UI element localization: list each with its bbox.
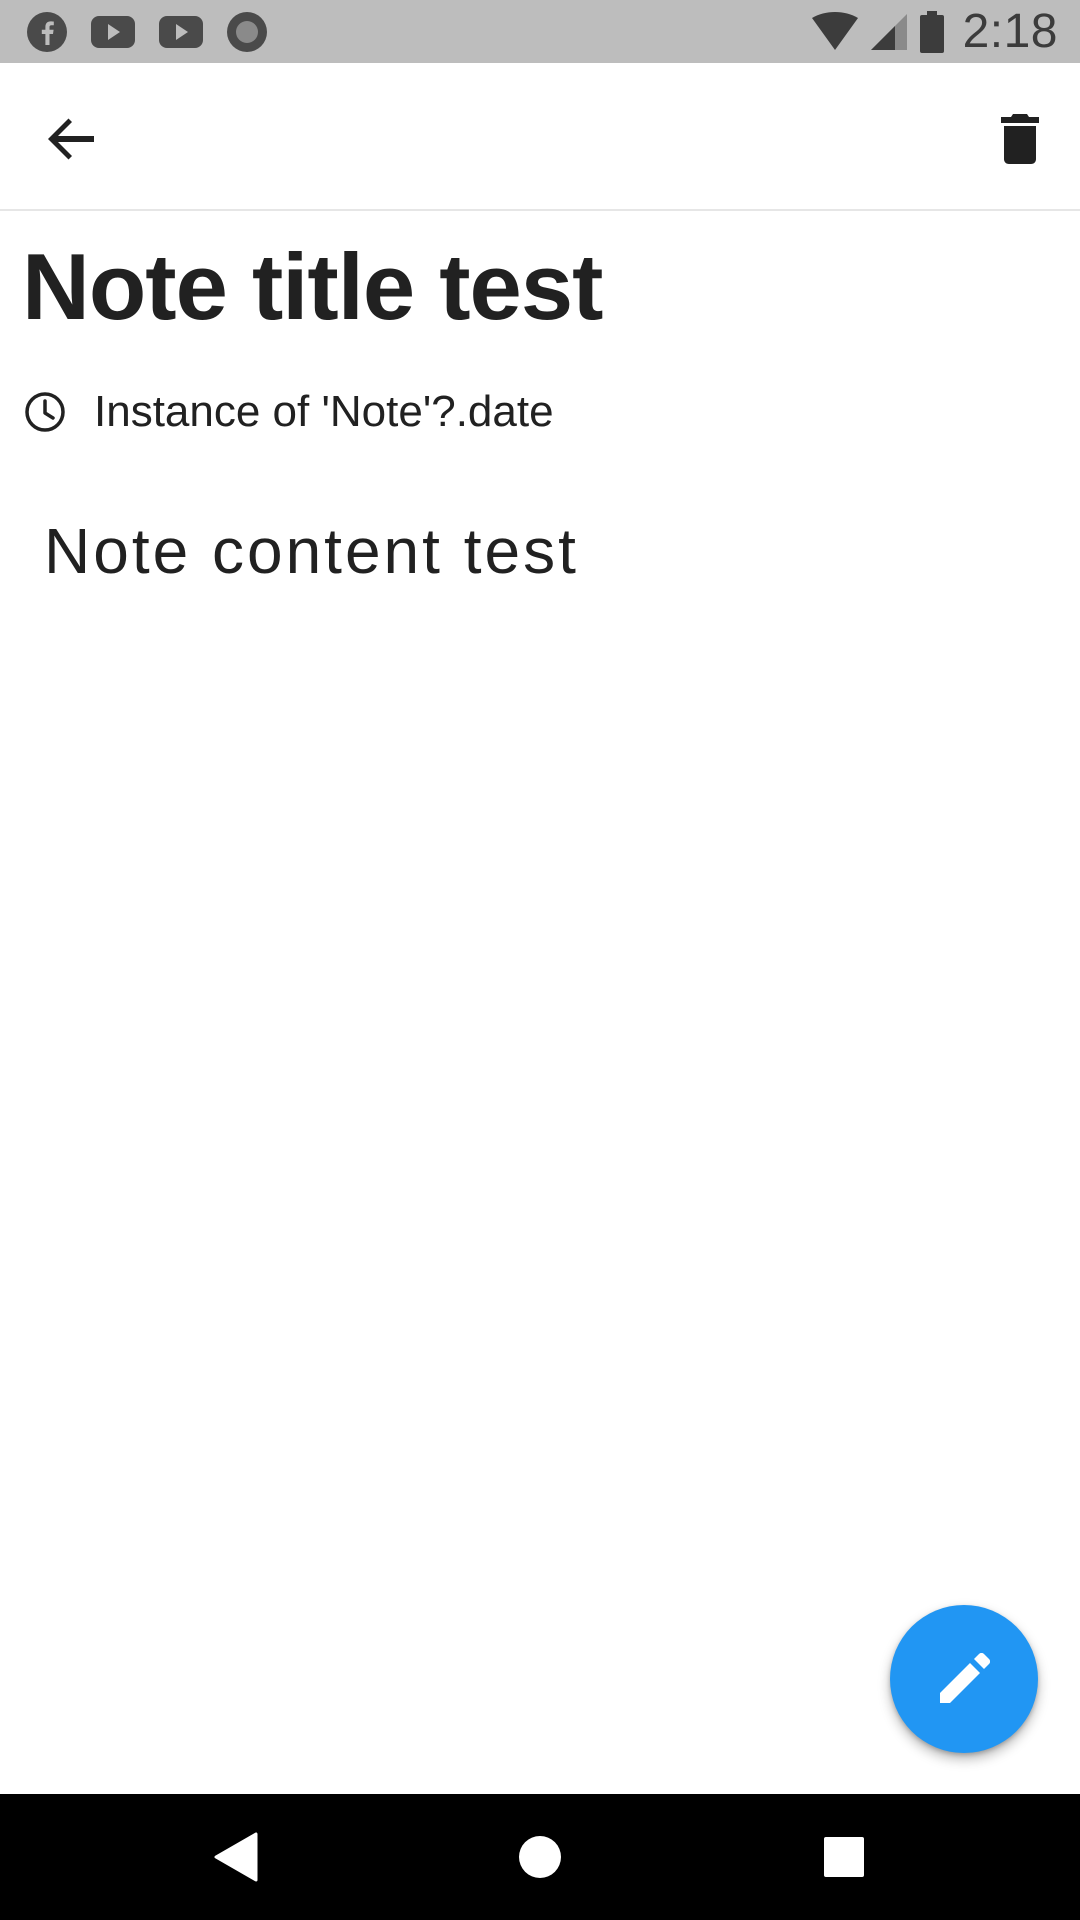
facebook-icon	[27, 11, 67, 52]
clock-icon	[25, 392, 65, 432]
youtube-icon	[159, 15, 203, 48]
note-content: Note content test	[44, 515, 579, 587]
nav-home-icon	[519, 1836, 561, 1878]
note-date-row: Instance of 'Note'?.date	[24, 384, 554, 440]
trash-icon	[1001, 114, 1039, 164]
record-icon	[227, 11, 267, 52]
pencil-icon	[940, 1653, 990, 1703]
note-date: Instance of 'Note'?.date	[94, 387, 554, 436]
nav-recents-icon	[824, 1837, 864, 1877]
edit-fab-button[interactable]	[890, 1605, 1038, 1753]
status-bar: 2:18	[0, 0, 1080, 63]
system-nav-bar	[0, 1794, 1080, 1920]
nav-home-button[interactable]	[500, 1817, 580, 1897]
note-title: Note title test	[22, 234, 603, 339]
status-left-icons	[26, 11, 268, 53]
wifi-icon	[811, 11, 858, 50]
battery-icon	[919, 10, 944, 53]
delete-button[interactable]	[978, 97, 1062, 181]
arrow-back-icon	[48, 118, 94, 160]
status-right-icons: 2:18	[811, 4, 1058, 59]
back-button[interactable]	[30, 97, 114, 181]
nav-back-icon	[214, 1832, 258, 1882]
status-time: 2:18	[962, 5, 1058, 58]
youtube-icon	[91, 15, 135, 48]
nav-recents-button[interactable]	[804, 1817, 884, 1897]
signal-icon	[870, 13, 907, 50]
app-bar	[0, 63, 1080, 211]
nav-back-button[interactable]	[196, 1817, 276, 1897]
note-detail-screen: 2:18 Note title test Instance of 'Note'?…	[0, 0, 1080, 1920]
